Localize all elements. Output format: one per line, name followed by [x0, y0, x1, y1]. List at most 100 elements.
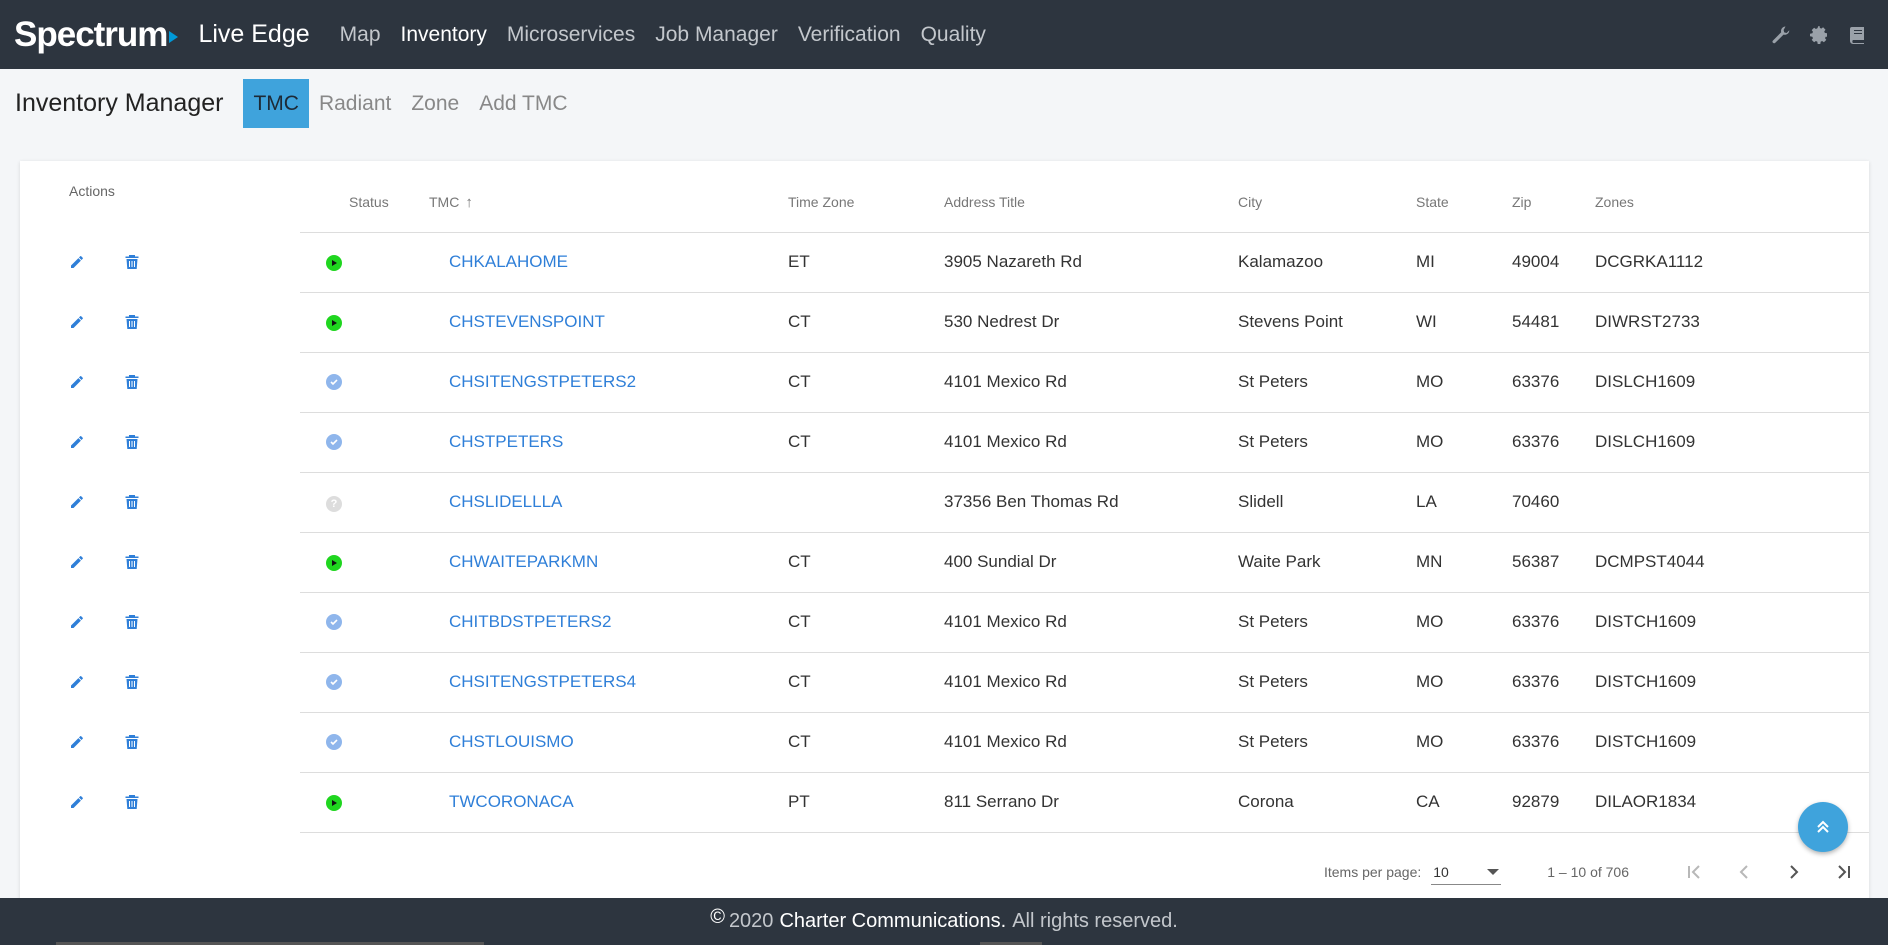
tmc-link[interactable]: CHSITENGSTPETERS4: [429, 672, 636, 691]
check-status-icon: [326, 374, 342, 390]
time-zone-cell: CT: [788, 592, 944, 653]
col-city[interactable]: City: [1238, 161, 1416, 233]
items-per-page-select[interactable]: 10: [1431, 859, 1502, 885]
table-row[interactable]: CHSTLOUISMO CT 4101 Mexico Rd St Peters MO 63…: [300, 712, 1869, 773]
tmc-cell: CHSLIDELLLA: [429, 472, 788, 533]
zones-cell: DISLCH1609: [1595, 352, 1869, 413]
edit-pencil-icon[interactable]: [67, 492, 87, 512]
top-navbar: Spectrum Live Edge Map Inventory Microse…: [0, 0, 1888, 69]
edit-pencil-icon[interactable]: [67, 672, 87, 692]
trash-icon[interactable]: [122, 432, 142, 452]
address-cell: 3905 Nazareth Rd: [944, 232, 1238, 293]
table-row[interactable]: CHKALAHOME ET 3905 Nazareth Rd Kalamazoo MI 4…: [300, 232, 1869, 293]
edit-pencil-icon[interactable]: [67, 792, 87, 812]
nav-quality[interactable]: Quality: [921, 23, 986, 47]
trash-icon[interactable]: [122, 732, 142, 752]
time-zone-cell: CT: [788, 352, 944, 413]
trash-icon[interactable]: [122, 492, 142, 512]
zip-cell: 49004: [1512, 232, 1595, 293]
gear-icon[interactable]: [1808, 24, 1830, 46]
table-row[interactable]: CHSTEVENSPOINT CT 530 Nedrest Dr Stevens Po…: [300, 292, 1869, 353]
zip-cell: 63376: [1512, 652, 1595, 713]
edit-pencil-icon[interactable]: [67, 552, 87, 572]
tab-radiant[interactable]: Radiant: [309, 79, 401, 128]
col-zones[interactable]: Zones: [1595, 161, 1869, 233]
edit-pencil-icon[interactable]: [67, 372, 87, 392]
nav-verification[interactable]: Verification: [798, 23, 901, 47]
scroll-to-top-button[interactable]: [1798, 802, 1848, 852]
subheader: Inventory Manager TMC Radiant Zone Add T…: [0, 69, 1888, 138]
brand[interactable]: Spectrum Live Edge: [14, 15, 310, 55]
tmc-link[interactable]: CHITBDSTPETERS2: [429, 612, 611, 631]
status-cell: [300, 532, 429, 593]
rights-text: All rights reserved.: [1012, 910, 1178, 932]
last-page-button[interactable]: [1819, 852, 1869, 892]
edit-pencil-icon[interactable]: [67, 732, 87, 752]
trash-icon[interactable]: [122, 552, 142, 572]
trash-icon[interactable]: [122, 312, 142, 332]
city-cell: Stevens Point: [1238, 292, 1416, 353]
table-row[interactable]: CHSITENGSTPETERS4 CT 4101 Mexico Rd St Pete…: [300, 652, 1869, 713]
col-status[interactable]: Status: [300, 161, 429, 233]
page-range-label: 1 – 10 of 706: [1547, 864, 1629, 880]
zones-cell: [1595, 472, 1869, 533]
tab-tmc[interactable]: TMC: [243, 79, 309, 128]
tab-add-tmc[interactable]: Add TMC: [469, 79, 577, 128]
tmc-link[interactable]: CHSLIDELLLA: [429, 492, 562, 511]
edit-pencil-icon[interactable]: [67, 612, 87, 632]
app-name: Live Edge: [198, 20, 310, 48]
first-page-button[interactable]: [1669, 852, 1719, 892]
action-row: [20, 592, 300, 652]
edit-pencil-icon[interactable]: [67, 312, 87, 332]
paginator: Items per page: 10 1 – 10 of 706: [300, 844, 1869, 900]
state-cell: MO: [1416, 412, 1512, 473]
table-row[interactable]: CHITBDSTPETERS2 CT 4101 Mexico Rd St Peters…: [300, 592, 1869, 653]
nav-inventory[interactable]: Inventory: [401, 23, 487, 47]
logo-arrow-icon: [169, 30, 179, 43]
previous-page-button[interactable]: [1719, 852, 1769, 892]
table-row[interactable]: ? CHSLIDELLLA 37356 Ben Thomas Rd Slidell LA…: [300, 472, 1869, 533]
tab-zone[interactable]: Zone: [401, 79, 469, 128]
state-cell: MN: [1416, 532, 1512, 593]
play-status-icon: [326, 315, 342, 331]
next-page-button[interactable]: [1769, 852, 1819, 892]
col-address-title[interactable]: Address Title: [944, 161, 1238, 233]
table-row[interactable]: CHSTPETERS CT 4101 Mexico Rd St Peters MO 633…: [300, 412, 1869, 473]
trash-icon[interactable]: [122, 672, 142, 692]
tmc-link[interactable]: CHKALAHOME: [429, 252, 568, 271]
book-icon[interactable]: [1846, 24, 1868, 46]
spectrum-logo: Spectrum: [14, 14, 168, 54]
status-cell: [300, 352, 429, 413]
trash-icon[interactable]: [122, 372, 142, 392]
edit-pencil-icon[interactable]: [67, 432, 87, 452]
nav-map[interactable]: Map: [340, 23, 381, 47]
company-name: Charter Communications.: [779, 910, 1007, 932]
page-title: Inventory Manager: [15, 89, 224, 117]
col-tmc[interactable]: TMC ↑: [429, 161, 788, 233]
trash-icon[interactable]: [122, 612, 142, 632]
tmc-link[interactable]: CHSITENGSTPETERS2: [429, 372, 636, 391]
trash-icon[interactable]: [122, 252, 142, 272]
col-time-zone[interactable]: Time Zone: [788, 161, 944, 233]
tmc-link[interactable]: TWCORONACA: [429, 792, 574, 811]
col-state[interactable]: State: [1416, 161, 1512, 233]
table-row[interactable]: CHSITENGSTPETERS2 CT 4101 Mexico Rd St Pete…: [300, 352, 1869, 413]
time-zone-cell: CT: [788, 412, 944, 473]
state-cell: MO: [1416, 352, 1512, 413]
col-zip[interactable]: Zip: [1512, 161, 1595, 233]
trash-icon[interactable]: [122, 792, 142, 812]
wrench-icon[interactable]: [1770, 24, 1792, 46]
edit-pencil-icon[interactable]: [67, 252, 87, 272]
address-cell: 37356 Ben Thomas Rd: [944, 472, 1238, 533]
nav-tools: [1770, 24, 1868, 46]
table-row[interactable]: CHWAITEPARKMN CT 400 Sundial Dr Waite Park M…: [300, 532, 1869, 593]
tmc-link[interactable]: CHSTPETERS: [429, 432, 563, 451]
nav-microservices[interactable]: Microservices: [507, 23, 635, 47]
tmc-link[interactable]: CHWAITEPARKMN: [429, 552, 598, 571]
action-row: [20, 652, 300, 712]
table-row[interactable]: TWCORONACA PT 811 Serrano Dr Corona CA 92879 D…: [300, 772, 1869, 833]
zones-cell: DISTCH1609: [1595, 652, 1869, 713]
tmc-link[interactable]: CHSTEVENSPOINT: [429, 312, 605, 331]
nav-job-manager[interactable]: Job Manager: [655, 23, 778, 47]
tmc-link[interactable]: CHSTLOUISMO: [429, 732, 574, 751]
